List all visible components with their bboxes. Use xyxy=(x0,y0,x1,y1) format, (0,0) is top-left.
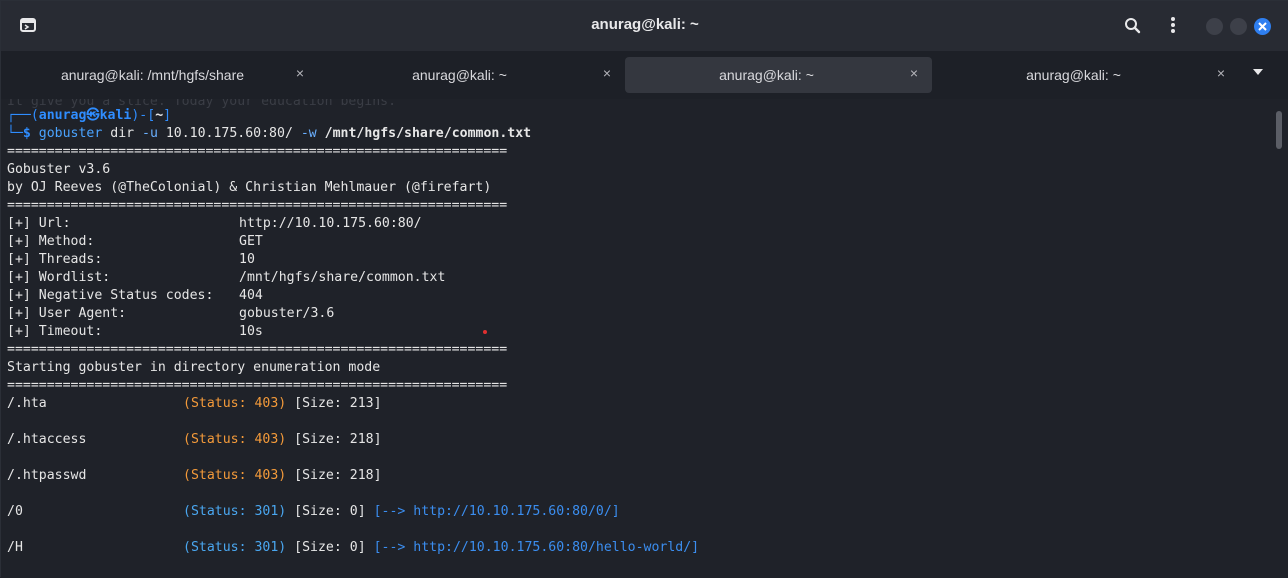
result-status: (Status: 403) xyxy=(183,468,287,483)
config-key: [+] User Agent: xyxy=(7,306,127,321)
config-key: [+] Url: xyxy=(7,216,71,231)
result-size: [Size: 218] xyxy=(294,432,382,447)
result-path: /.hta xyxy=(7,396,47,411)
tab-label: anurag@kali: ~ xyxy=(719,67,814,83)
scrollbar[interactable] xyxy=(1273,99,1288,578)
kebab-menu-icon[interactable] xyxy=(1164,15,1182,37)
result-row: /.hta (Status: 403) [Size: 213] xyxy=(7,395,382,413)
config-value: http://10.10.175.60:80/ xyxy=(239,216,422,231)
result-redirect-link[interactable]: [--> http://10.10.175.60:80/hello-world/… xyxy=(374,540,700,555)
config-key: [+] Timeout: xyxy=(7,324,103,339)
banner-authors: by OJ Reeves (@TheColonial) & Christian … xyxy=(7,180,492,195)
config-key: [+] Method: xyxy=(7,234,95,249)
config-key: [+] Wordlist: xyxy=(7,270,111,285)
command-program: gobuster xyxy=(38,126,103,141)
command-line: └─$ gobuster dir -u 10.10.175.60:80/ -w … xyxy=(7,126,532,141)
config-line: [+] Negative Status codes: 404 xyxy=(7,287,263,305)
result-size: [Size: 0] xyxy=(294,540,366,555)
result-redirect-link[interactable]: [--> http://10.10.175.60:80/0/] xyxy=(374,504,620,519)
prompt-line: ┌──(anurag㉿kali)-[~] xyxy=(7,108,172,123)
tab-4[interactable]: anurag@kali: ~ × xyxy=(932,57,1239,93)
separator: ========================================… xyxy=(7,342,508,357)
config-key: [+] Negative Status codes: xyxy=(7,288,214,303)
result-row: /0 (Status: 301) [Size: 0] [--> http://10… xyxy=(7,503,620,521)
red-dot xyxy=(483,330,487,334)
scrollbar-thumb[interactable] xyxy=(1276,111,1282,149)
search-icon[interactable] xyxy=(1122,15,1144,37)
result-status: (Status: 403) xyxy=(183,432,287,447)
tab-close-icon[interactable]: × xyxy=(599,65,615,81)
tab-label: anurag@kali: ~ xyxy=(412,67,507,83)
separator: ========================================… xyxy=(7,198,508,213)
tab-bar: anurag@kali: /mnt/hgfs/share × anurag@ka… xyxy=(1,51,1288,99)
config-line: [+] Url: http://10.10.175.60:80/ xyxy=(7,215,422,233)
tab-close-icon[interactable]: × xyxy=(1213,65,1229,81)
close-icon[interactable] xyxy=(1254,18,1271,35)
config-line: [+] Method: GET xyxy=(7,233,263,251)
result-path: /0 xyxy=(7,504,23,519)
result-status: (Status: 301) xyxy=(183,540,287,555)
tab-label: anurag@kali: /mnt/hgfs/share xyxy=(60,67,245,83)
result-status: (Status: 301) xyxy=(183,504,287,519)
config-value: /mnt/hgfs/share/common.txt xyxy=(239,270,446,285)
config-line: [+] Timeout: 10s xyxy=(7,323,263,341)
prompt-user-host: anurag㉿kali xyxy=(38,108,132,123)
result-path: /.htaccess xyxy=(7,432,87,447)
tab-1[interactable]: anurag@kali: /mnt/hgfs/share × xyxy=(11,57,318,93)
separator: ========================================… xyxy=(7,378,508,393)
config-value: GET xyxy=(239,234,263,249)
result-size: [Size: 218] xyxy=(294,468,382,483)
start-message: Starting gobuster in directory enumerati… xyxy=(7,360,381,375)
maximize-icon[interactable] xyxy=(1230,18,1247,35)
config-value: gobuster/3.6 xyxy=(239,306,335,321)
config-value: 404 xyxy=(239,288,263,303)
prompt-dir: ~ xyxy=(155,108,164,123)
banner-version: Gobuster v3.6 xyxy=(7,162,111,177)
separator: ========================================… xyxy=(7,144,508,159)
result-row: /H (Status: 301) [Size: 0] [--> http://10… xyxy=(7,539,699,557)
minimize-icon[interactable] xyxy=(1206,18,1223,35)
result-size: [Size: 213] xyxy=(294,396,382,411)
config-key: [+] Threads: xyxy=(7,252,103,267)
config-line: [+] Threads: 10 xyxy=(7,251,255,269)
config-line: [+] User Agent: gobuster/3.6 xyxy=(7,305,334,323)
tab-3-active[interactable]: anurag@kali: ~ × xyxy=(625,57,932,93)
tab-2[interactable]: anurag@kali: ~ × xyxy=(318,57,625,93)
window-title: anurag@kali: ~ xyxy=(591,16,699,33)
chevron-down-icon[interactable] xyxy=(1253,69,1263,75)
terminal-output[interactable]: It give you a slice. Today your educatio… xyxy=(1,99,1273,578)
title-bar: anurag@kali: ~ xyxy=(1,1,1288,51)
result-path: /.htpasswd xyxy=(7,468,87,483)
result-path: /H xyxy=(7,540,23,555)
config-line: [+] Wordlist: /mnt/hgfs/share/common.txt xyxy=(7,269,445,287)
config-value: 10s xyxy=(239,324,263,339)
result-row: /.htaccess (Status: 403) [Size: 218] xyxy=(7,431,382,449)
result-size: [Size: 0] xyxy=(294,504,366,519)
tab-close-icon[interactable]: × xyxy=(906,65,922,81)
terminal-window: anurag@kali: ~ anurag@kali: /mnt/hgfs/sh… xyxy=(0,0,1288,578)
result-row: /.htpasswd (Status: 403) [Size: 218] xyxy=(7,467,382,485)
result-status: (Status: 403) xyxy=(183,396,287,411)
tab-label: anurag@kali: ~ xyxy=(1026,67,1121,83)
config-value: 10 xyxy=(239,252,255,267)
tab-close-icon[interactable]: × xyxy=(292,65,308,81)
